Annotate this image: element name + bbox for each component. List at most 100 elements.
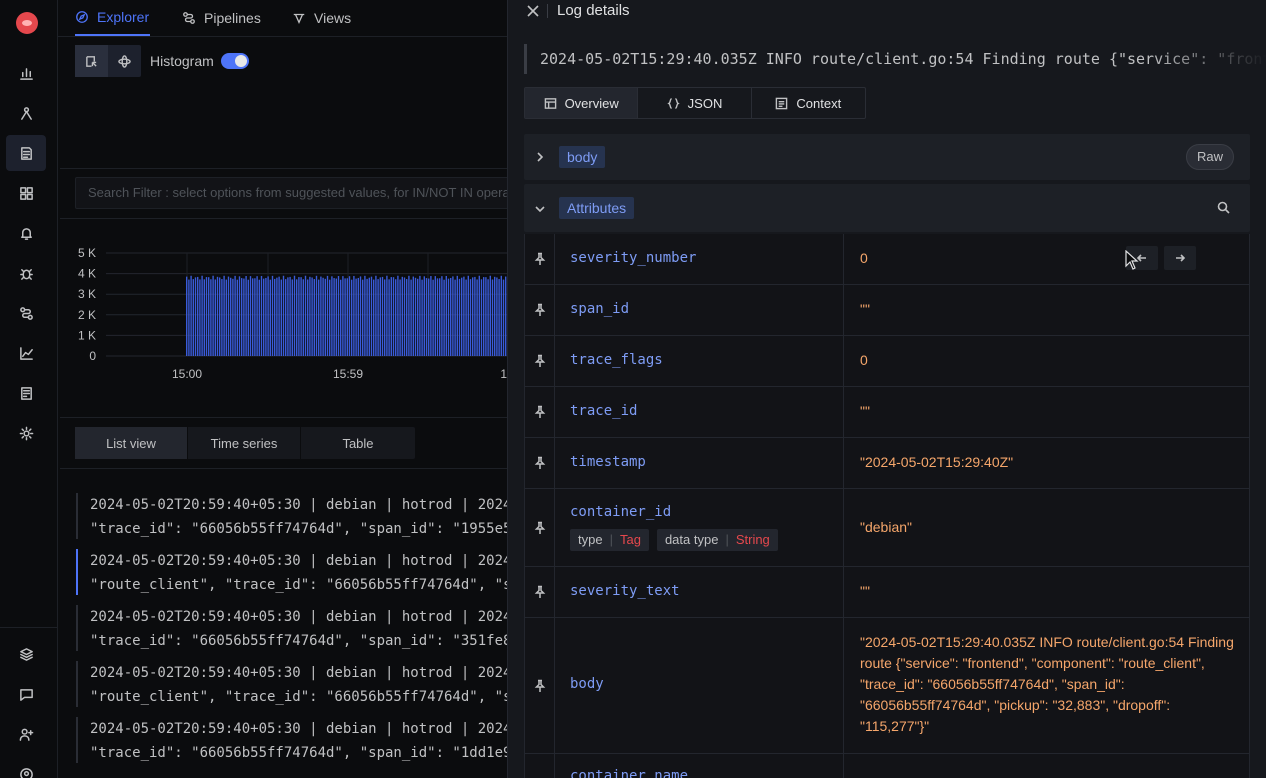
alerts-icon[interactable]: [6, 215, 46, 251]
drawer-header: Log details: [508, 0, 1266, 24]
histogram-bar: [289, 276, 291, 356]
pin-icon[interactable]: [525, 285, 555, 335]
attribute-row: trace_flags 0: [524, 336, 1250, 387]
attribute-row: body "2024-05-02T15:29:40.035Z INFO rout…: [524, 618, 1250, 754]
body-section-header[interactable]: body Raw: [524, 134, 1250, 180]
histogram-bar: [214, 279, 216, 356]
histogram-bar: [408, 275, 410, 356]
attribute-row: container_id type | Tag data type | Stri…: [524, 489, 1250, 567]
histogram-bar: [483, 277, 485, 356]
user-icon[interactable]: [6, 756, 46, 778]
histogram-bar: [489, 275, 491, 356]
pin-icon[interactable]: [525, 336, 555, 386]
attribute-value-cell: 0: [843, 234, 1251, 284]
histogram-bar: [298, 277, 300, 356]
histogram-bar: [291, 279, 293, 356]
histogram-bar: [245, 276, 247, 356]
raw-button[interactable]: Raw: [1185, 144, 1234, 170]
invite-user-icon[interactable]: [6, 716, 46, 752]
tab-table[interactable]: Table: [301, 427, 415, 459]
attribute-key: severity_number: [570, 250, 697, 266]
pin-icon[interactable]: [525, 234, 555, 284]
log-row[interactable]: 2024-05-02T20:59:40+05:30 | debian | hot…: [76, 493, 510, 539]
tab-views[interactable]: Views: [292, 0, 351, 36]
attribute-key: trace_id: [570, 403, 638, 419]
log-row[interactable]: 2024-05-02T20:59:40+05:30 | debian | hot…: [76, 717, 510, 763]
dashboards-icon[interactable]: [6, 175, 46, 211]
log-row-line2: "trace_id": "66056b55ff74764d", "span_id…: [90, 745, 510, 761]
log-row[interactable]: 2024-05-02T20:59:40+05:30 | debian | hot…: [76, 605, 510, 651]
histogram-bar: [337, 276, 340, 356]
pipelines-nav-icon[interactable]: [6, 295, 46, 331]
details-tabs: Overview JSON Context: [524, 87, 866, 119]
pin-icon[interactable]: [525, 438, 555, 488]
attribute-value-cell: "debian": [843, 489, 1251, 566]
search-filter-input[interactable]: Search Filter : select options from sugg…: [75, 177, 515, 209]
attribute-key: container_name: [570, 768, 689, 778]
chat-icon[interactable]: [6, 676, 46, 712]
histogram-bar: [474, 276, 476, 356]
traces-icon[interactable]: [6, 95, 46, 131]
attribute-key: span_id: [570, 301, 630, 317]
search-mode-button[interactable]: [75, 45, 108, 77]
query-builder-button[interactable]: [108, 45, 141, 77]
tab-time-series[interactable]: Time series: [188, 427, 301, 459]
pin-icon[interactable]: [525, 489, 555, 566]
histogram-bar: [260, 275, 263, 356]
billing-icon[interactable]: [6, 375, 46, 411]
attribute-key: body: [570, 676, 604, 692]
histogram-bar: [326, 275, 329, 356]
attributes-section-header[interactable]: Attributes: [524, 184, 1250, 232]
app-logo[interactable]: [16, 12, 38, 34]
histogram-bar: [256, 276, 258, 356]
histogram-bar: [500, 275, 502, 356]
histogram-bar: [441, 276, 443, 356]
attribute-row: severity_text "": [524, 567, 1250, 618]
tab-overview[interactable]: Overview: [525, 88, 639, 118]
filter-in-button[interactable]: [1164, 246, 1196, 270]
log-row-line1: 2024-05-02T20:59:40+05:30 | debian | hot…: [90, 665, 510, 681]
histogram-bar: [329, 279, 331, 356]
histogram-bar: [219, 277, 221, 356]
pin-icon[interactable]: [525, 754, 555, 778]
log-row[interactable]: 2024-05-02T20:59:40+05:30 | debian | hot…: [76, 549, 510, 595]
tab-explorer[interactable]: Explorer: [75, 0, 150, 36]
bug-icon[interactable]: [6, 255, 46, 291]
histogram-chart: 5 K4 K3 K2 K1 K015:0015:5916: [60, 218, 514, 418]
tab-context[interactable]: Context: [752, 88, 865, 118]
tab-json[interactable]: JSON: [638, 88, 752, 118]
pin-icon[interactable]: [525, 567, 555, 617]
chevron-down-icon[interactable]: [534, 202, 546, 214]
close-icon[interactable]: [526, 4, 540, 18]
settings-icon[interactable]: [6, 415, 46, 451]
histogram-bar: [212, 275, 214, 356]
log-row[interactable]: 2024-05-02T20:59:40+05:30 | debian | hot…: [76, 661, 510, 707]
chart-bar-icon[interactable]: [6, 55, 46, 91]
arrow-right-icon: [1176, 254, 1186, 262]
histogram-bar: [276, 277, 278, 356]
histogram-bar: [186, 276, 188, 356]
chevron-right-icon[interactable]: [534, 150, 546, 162]
histogram-bar: [287, 277, 289, 356]
logs-icon[interactable]: [6, 135, 46, 171]
layers-icon[interactable]: [6, 636, 46, 672]
histogram-bar: [300, 277, 302, 356]
histogram-bar: [399, 279, 401, 356]
attribute-key: timestamp: [570, 454, 646, 470]
tab-pipelines[interactable]: Pipelines: [182, 0, 261, 36]
histogram-bar: [364, 275, 366, 356]
search-icon[interactable]: [1217, 201, 1230, 214]
histogram-bar: [476, 279, 478, 356]
pin-icon[interactable]: [525, 387, 555, 437]
histogram-bar: [491, 279, 494, 356]
metrics-icon[interactable]: [6, 335, 46, 371]
histogram-bar: [447, 278, 450, 356]
histogram-toggle[interactable]: [221, 53, 249, 69]
tab-list-view[interactable]: List view: [75, 427, 188, 459]
histogram-bar: [192, 279, 194, 356]
pin-icon[interactable]: [525, 618, 555, 753]
histogram-bar: [331, 276, 333, 356]
histogram-bar: [362, 279, 364, 356]
attribute-value-cell: [843, 754, 1251, 778]
histogram-bar: [223, 275, 225, 356]
